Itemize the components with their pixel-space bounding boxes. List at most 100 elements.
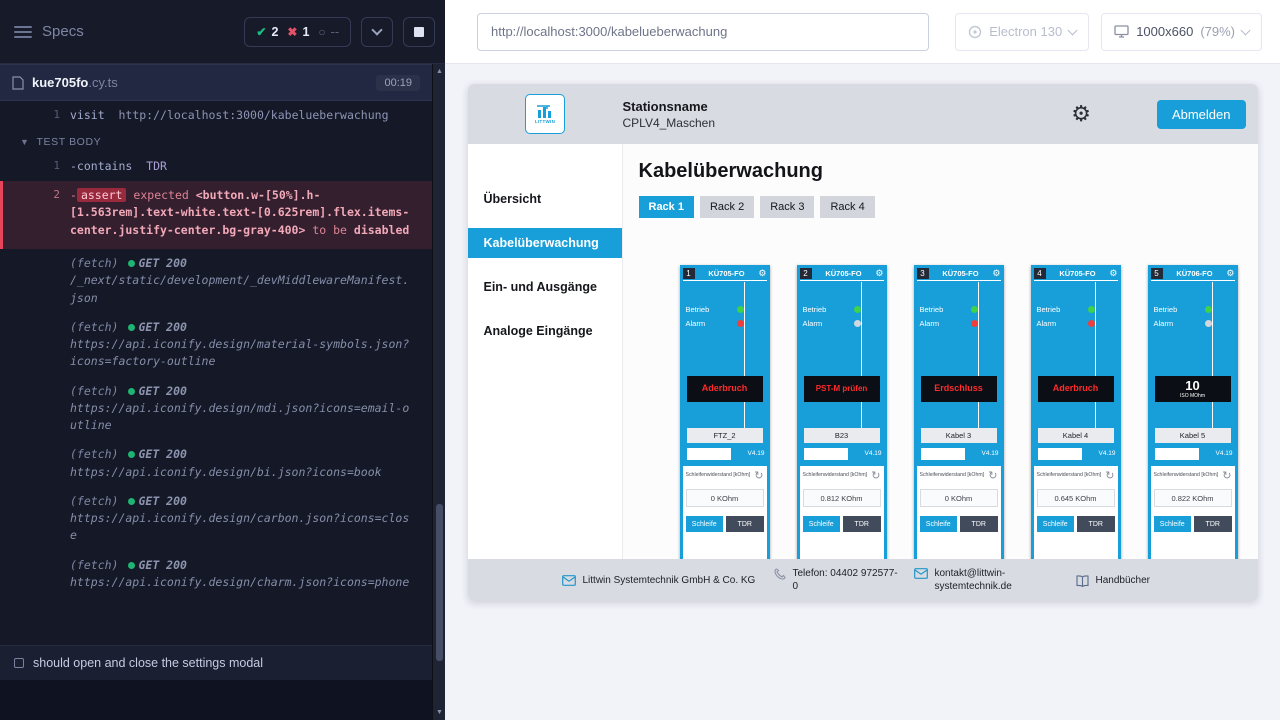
betrieb-led — [1205, 306, 1212, 313]
cable-name-field[interactable]: Kabel 4 — [1038, 428, 1114, 443]
tab-rack-3[interactable]: Rack 3 — [760, 196, 814, 218]
refresh-icon[interactable]: ↻ — [754, 470, 763, 481]
stat-pending: ○-- — [318, 25, 339, 39]
spec-duration: 00:19 — [376, 75, 420, 91]
resistance-label: Schleifenwiderstand [kOhm] — [920, 470, 989, 479]
status-display: 10 ISO MOhm — [1155, 376, 1231, 402]
nav-item-analoge-eingaenge[interactable]: Analoge Eingänge — [468, 316, 622, 346]
nav-item-uebersicht[interactable]: Übersicht — [468, 184, 622, 214]
device-gear-icon[interactable]: ⚙ — [1109, 269, 1117, 278]
tab-rack-1[interactable]: Rack 1 — [639, 196, 694, 218]
fetch-log-row[interactable]: (fetch)GET 200 https://api.iconify.desig… — [0, 446, 432, 481]
resistance-label: Schleifenwiderstand [kOhm] — [1154, 470, 1223, 479]
fetch-log-row[interactable]: (fetch)GET 200 https://api.iconify.desig… — [0, 383, 432, 435]
scroll-down-icon[interactable]: ▼ — [433, 709, 446, 716]
refresh-icon[interactable]: ↻ — [988, 470, 997, 481]
cable-name-field[interactable]: Kabel 3 — [921, 428, 997, 443]
resistance-value: 0.645 KOhm — [1037, 489, 1115, 507]
status-display: Aderbruch — [687, 376, 763, 402]
version-field — [1155, 448, 1199, 460]
spec-header[interactable]: kue705fo.cy.ts 00:19 — [0, 64, 432, 101]
aut-toolbar: http://localhost:3000/kabelueberwachung … — [445, 0, 1280, 64]
betrieb-label: Betrieb — [686, 305, 710, 314]
device-number-badge: 2 — [800, 268, 812, 279]
station-value: CPLV4_Maschen — [623, 116, 716, 130]
cable-name-field[interactable]: FTZ_2 — [687, 428, 763, 443]
footer-phone: Telefon: 04402 972577-0 — [774, 567, 902, 593]
cypress-reporter-panel: Specs ✔2 ✖1 ○-- kue705fo.cy.ts 00:19 1 v… — [0, 0, 445, 720]
betrieb-label: Betrieb — [920, 305, 944, 314]
scroll-up-icon[interactable]: ▲ — [433, 68, 446, 75]
cable-name-field[interactable]: Kabel 5 — [1155, 428, 1231, 443]
firmware-version: V4.19 — [1099, 450, 1116, 457]
device-gear-icon[interactable]: ⚙ — [758, 269, 766, 278]
nav-item-ein-und-ausgaenge[interactable]: Ein- und Ausgänge — [468, 272, 622, 302]
failed-assert-command[interactable]: 2 -assert expected <button.w-[50%].h-[1.… — [0, 181, 432, 249]
logout-button[interactable]: Abmelden — [1157, 100, 1246, 129]
resistance-value: 0 KOhm — [686, 489, 764, 507]
stop-icon — [414, 27, 424, 37]
device-gear-icon[interactable]: ⚙ — [875, 269, 883, 278]
command-log[interactable]: 1 visit http://localhost:3000/kabelueber… — [0, 101, 432, 645]
device-card-2: 2 KÜ705-FO ⚙ Betrieb Alarm PST-M prüfen — [797, 265, 887, 565]
refresh-icon[interactable]: ↻ — [1105, 470, 1114, 481]
test-stats: ✔2 ✖1 ○-- — [244, 17, 351, 47]
status-display: Erdschluss — [921, 376, 997, 402]
tab-rack-4[interactable]: Rack 4 — [820, 196, 874, 218]
stop-button[interactable] — [403, 17, 435, 47]
browser-icon — [968, 25, 982, 39]
tdr-button[interactable]: TDR — [1194, 516, 1232, 532]
device-model-label: KÜ705-FO — [931, 269, 991, 278]
footer-manuals[interactable]: Handbücher — [1076, 574, 1150, 587]
cable-name-field[interactable]: B23 — [804, 428, 880, 443]
settings-gear-icon[interactable]: ⚙ — [1071, 101, 1091, 127]
nav-item-kabelueberwachung[interactable]: Kabelüberwachung — [468, 228, 622, 258]
alarm-led — [1088, 320, 1095, 327]
refresh-icon[interactable]: ↻ — [1222, 470, 1231, 481]
command-contains[interactable]: 1 -contains TDR — [0, 155, 432, 179]
browser-selector[interactable]: Electron 130 — [955, 13, 1089, 51]
viewport-size: 1000x660 — [1136, 24, 1193, 39]
tdr-button[interactable]: TDR — [843, 516, 881, 532]
fetch-log-row[interactable]: (fetch)GET 200 /_next/static/development… — [0, 255, 432, 307]
firmware-version: V4.19 — [748, 450, 765, 457]
status-ok-dot — [128, 451, 135, 458]
tdr-button[interactable]: TDR — [726, 516, 764, 532]
schleife-button[interactable]: Schleife — [1154, 516, 1192, 532]
fetch-log-row[interactable]: (fetch)GET 200 https://api.iconify.desig… — [0, 493, 432, 545]
tdr-button[interactable]: TDR — [960, 516, 998, 532]
scrollbar-thumb[interactable] — [436, 504, 443, 661]
app-footer: Littwin Systemtechnik GmbH & Co. KG Tele… — [468, 559, 1258, 601]
littwin-logo-icon — [536, 104, 554, 118]
resistance-label: Schleifenwiderstand [kOhm] — [1037, 470, 1106, 479]
firmware-version: V4.19 — [865, 450, 882, 457]
refresh-icon[interactable]: ↻ — [871, 470, 880, 481]
tab-rack-2[interactable]: Rack 2 — [700, 196, 754, 218]
status-display: Aderbruch — [1038, 376, 1114, 402]
mail-icon — [562, 575, 576, 586]
schleife-button[interactable]: Schleife — [686, 516, 724, 532]
status-ok-dot — [128, 498, 135, 505]
betrieb-led — [971, 306, 978, 313]
schleife-button[interactable]: Schleife — [803, 516, 841, 532]
betrieb-led — [854, 306, 861, 313]
check-icon: ✔ — [256, 25, 266, 39]
test-body-section[interactable]: ▼ TEST BODY — [0, 128, 432, 155]
specs-menu-icon[interactable] — [14, 26, 32, 38]
fetch-log-row[interactable]: (fetch)GET 200 https://api.iconify.desig… — [0, 557, 432, 592]
alarm-label: Alarm — [920, 319, 940, 328]
reporter-scrollbar[interactable]: ▲ ▼ — [432, 64, 445, 720]
device-gear-icon[interactable]: ⚙ — [992, 269, 1000, 278]
viewport-selector[interactable]: 1000x660 (79%) — [1101, 13, 1262, 51]
device-gear-icon[interactable]: ⚙ — [1226, 269, 1234, 278]
tdr-button[interactable]: TDR — [1077, 516, 1115, 532]
fetch-log-row[interactable]: (fetch)GET 200 https://api.iconify.desig… — [0, 319, 432, 371]
command-name: visit — [70, 108, 105, 122]
command-visit[interactable]: 1 visit http://localhost:3000/kabelueber… — [0, 104, 432, 128]
next-test-row[interactable]: should open and close the settings modal — [0, 645, 432, 680]
collapse-button[interactable] — [361, 17, 393, 47]
url-input[interactable]: http://localhost:3000/kabelueberwachung — [477, 13, 929, 51]
schleife-button[interactable]: Schleife — [920, 516, 958, 532]
spec-file-icon — [12, 76, 24, 90]
schleife-button[interactable]: Schleife — [1037, 516, 1075, 532]
